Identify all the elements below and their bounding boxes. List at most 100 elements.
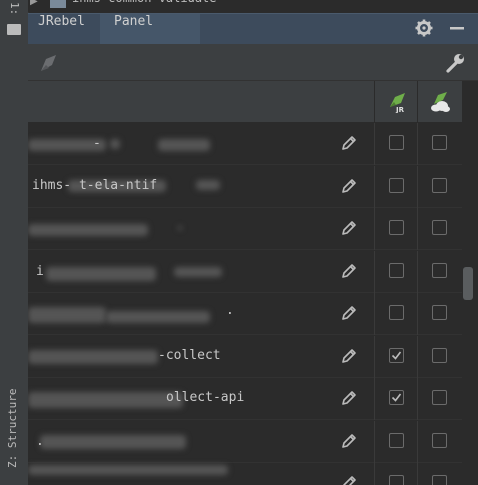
structure-tool-button[interactable]: Z: Structure xyxy=(6,358,22,468)
table-row[interactable] xyxy=(28,208,462,250)
column-divider xyxy=(417,293,418,335)
column-divider xyxy=(417,81,418,123)
column-divider xyxy=(417,378,418,420)
table-row[interactable]: - xyxy=(28,123,462,165)
module-name: -collect xyxy=(158,347,221,363)
module-name: - xyxy=(93,136,101,151)
column-divider xyxy=(374,420,375,463)
tab-panel[interactable]: Panel xyxy=(100,14,200,44)
project-tree-fragment: ▶ ihms-common-validate xyxy=(28,0,478,12)
jrebel-checkbox[interactable] xyxy=(389,135,404,150)
table-row[interactable]: . xyxy=(28,420,462,463)
pencil-icon[interactable] xyxy=(339,346,361,368)
table-row[interactable]: i xyxy=(28,250,462,293)
column-divider xyxy=(374,123,375,165)
table-row[interactable]: . xyxy=(28,293,462,335)
pencil-icon[interactable] xyxy=(339,176,361,198)
column-divider xyxy=(417,165,418,208)
redacted-text xyxy=(196,179,220,190)
remote-checkbox[interactable] xyxy=(432,305,447,320)
wrench-icon[interactable] xyxy=(444,52,466,74)
column-divider xyxy=(417,420,418,463)
jrebel-checkbox[interactable] xyxy=(389,432,404,448)
gear-icon[interactable] xyxy=(413,19,435,41)
column-divider xyxy=(374,250,375,293)
remote-checkbox[interactable] xyxy=(432,177,447,193)
jrebel-checkbox[interactable] xyxy=(389,177,404,193)
table-row[interactable]: ollect-api xyxy=(28,378,462,420)
column-divider xyxy=(374,463,375,485)
table-row[interactable]: -collect xyxy=(28,335,462,378)
remote-checkbox[interactable] xyxy=(432,262,447,278)
jrebel-checkbox[interactable] xyxy=(389,305,404,320)
pencil-icon[interactable] xyxy=(339,133,361,155)
tab-jrebel[interactable]: JRebel xyxy=(28,14,100,44)
redacted-text xyxy=(158,139,210,151)
redacted-text xyxy=(28,224,148,236)
pencil-icon[interactable] xyxy=(339,388,361,410)
redacted-text xyxy=(40,434,186,449)
minimize-icon[interactable] xyxy=(446,19,468,41)
table-row[interactable]: ihms-resource-dict-api xyxy=(28,463,462,485)
tool-window-header: JRebel Panel xyxy=(28,13,478,44)
redacted-text xyxy=(28,465,228,475)
column-divider xyxy=(374,208,375,250)
pencil-icon[interactable] xyxy=(339,431,361,453)
panel-toolbar xyxy=(28,44,478,81)
module-icon xyxy=(50,0,66,8)
column-divider xyxy=(374,335,375,378)
column-divider xyxy=(417,335,418,378)
jrebel-checkbox[interactable] xyxy=(389,390,404,405)
remote-checkbox[interactable] xyxy=(432,347,447,363)
column-divider xyxy=(417,463,418,485)
redacted-text xyxy=(174,266,222,277)
redacted-text xyxy=(28,392,183,408)
jrebel-jr-icon: JR xyxy=(386,91,408,114)
column-divider xyxy=(374,165,375,208)
project-tool-label: 1: xyxy=(8,2,21,16)
module-name: ihms-common-validate xyxy=(72,0,217,5)
column-divider xyxy=(417,208,418,250)
expand-arrow-icon[interactable]: ▶ xyxy=(30,0,38,7)
redacted-text xyxy=(46,266,156,281)
module-name: . xyxy=(226,303,234,318)
redacted-text xyxy=(178,226,182,230)
jrebel-cloud-icon xyxy=(428,91,452,113)
jrebel-checkbox[interactable] xyxy=(389,475,404,485)
scrollbar-thumb[interactable] xyxy=(463,267,473,300)
jrebel-checkbox[interactable] xyxy=(389,262,404,278)
remote-checkbox[interactable] xyxy=(432,475,447,485)
column-divider xyxy=(374,293,375,335)
pencil-icon[interactable] xyxy=(339,261,361,283)
vertical-scrollbar[interactable] xyxy=(462,81,478,485)
redacted-text xyxy=(28,349,158,364)
remote-checkbox[interactable] xyxy=(432,432,447,448)
pencil-icon[interactable] xyxy=(339,473,361,485)
redacted-text xyxy=(28,307,106,323)
column-divider xyxy=(417,250,418,293)
pencil-icon[interactable] xyxy=(339,218,361,240)
jrebel-checkbox[interactable] xyxy=(389,220,404,235)
module-name: i xyxy=(36,263,44,279)
remote-checkbox[interactable] xyxy=(432,135,447,150)
module-table: JR - ihms- t-ela-ntif i. -collect ollect-api… xyxy=(28,81,462,485)
tool-window-strip: 1: Z: Structure xyxy=(0,0,29,485)
column-divider xyxy=(417,123,418,165)
remote-checkbox[interactable] xyxy=(432,390,447,405)
folder-icon xyxy=(7,24,21,35)
redacted-text xyxy=(106,311,210,323)
column-divider xyxy=(374,81,375,123)
module-name: ihms- t-ela-ntif xyxy=(32,177,158,193)
project-tool-button[interactable]: 1: xyxy=(4,0,26,48)
column-divider xyxy=(374,378,375,420)
module-name: . xyxy=(36,433,44,449)
module-name: ollect-api xyxy=(166,390,245,405)
jrebel-rocket-icon[interactable] xyxy=(38,53,60,73)
jrebel-checkbox[interactable] xyxy=(389,347,404,363)
table-row[interactable]: ihms- t-ela-ntif xyxy=(28,165,462,208)
redacted-text xyxy=(110,139,120,149)
remote-checkbox[interactable] xyxy=(432,220,447,235)
svg-text:JR: JR xyxy=(395,106,405,113)
table-header: JR xyxy=(28,81,462,123)
pencil-icon[interactable] xyxy=(339,303,361,325)
